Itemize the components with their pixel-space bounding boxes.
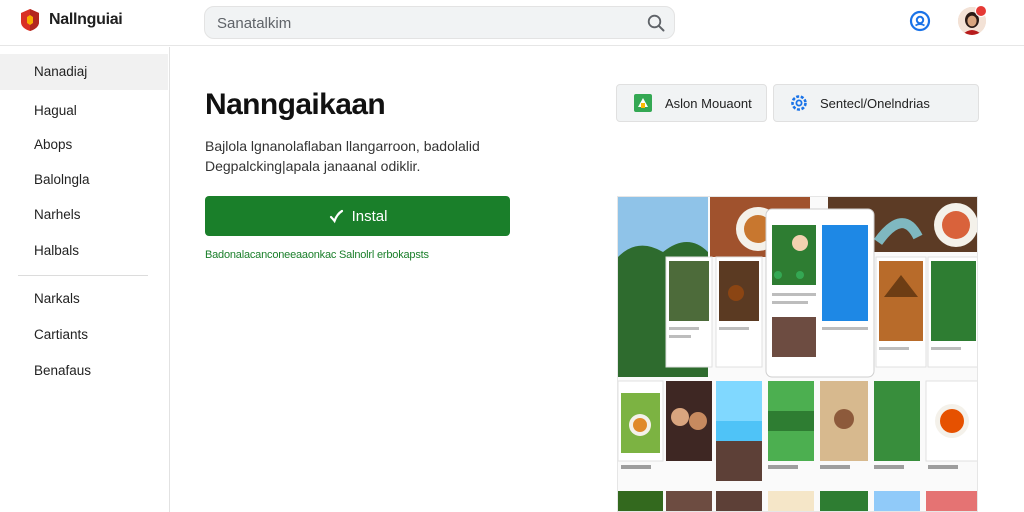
sidebar-item-nanadiaj[interactable]: Nanadiaj bbox=[0, 54, 168, 90]
sidebar: Nanadiaj Hagual Abops Balolngla Narhels … bbox=[0, 47, 170, 512]
action-button-2[interactable]: Sentecl/Onelndrias bbox=[773, 84, 979, 122]
check-icon bbox=[329, 209, 343, 224]
action-label-2: Sentecl/Onelndrias bbox=[820, 95, 930, 111]
install-button[interactable]: Instal bbox=[205, 196, 510, 236]
brand-name[interactable]: Nallnguiai bbox=[49, 11, 123, 29]
notification-badge bbox=[975, 5, 987, 17]
sidebar-item-halbals[interactable]: Halbals bbox=[0, 233, 168, 269]
gallery-collage bbox=[618, 197, 977, 511]
sidebar-item-balolngla[interactable]: Balolngla bbox=[0, 162, 168, 198]
sidebar-item-benafaus[interactable]: Benafaus bbox=[0, 353, 168, 389]
search-icon[interactable] bbox=[646, 13, 666, 33]
action-button-1[interactable]: Aslon Mouaont bbox=[616, 84, 767, 122]
sidebar-item-cartiants[interactable]: Cartiants bbox=[0, 317, 168, 353]
action-label-1: Aslon Mouaont bbox=[665, 95, 752, 111]
help-icon[interactable] bbox=[909, 10, 931, 32]
top-bar: Nallnguiai bbox=[0, 0, 1024, 46]
screenshot-gallery[interactable] bbox=[617, 196, 978, 512]
sidebar-item-hagual[interactable]: Hagual bbox=[0, 93, 168, 129]
search-bar[interactable] bbox=[204, 6, 675, 39]
sidebar-item-narkals[interactable]: Narkals bbox=[0, 281, 168, 317]
sidebar-item-narhels[interactable]: Narhels bbox=[0, 197, 168, 233]
install-label: Instal bbox=[351, 207, 388, 225]
sidebar-item-abops[interactable]: Abops bbox=[0, 127, 168, 163]
app-title: Nanngaikaan bbox=[205, 88, 386, 121]
app-logo-icon[interactable] bbox=[20, 8, 40, 32]
install-note: Badonalacanconeeaaonkac Salnolrl erbokap… bbox=[205, 249, 429, 261]
gear-icon bbox=[791, 95, 807, 111]
app-description: Bajlola lgnanolaflaban llangarroon, bado… bbox=[205, 138, 480, 174]
sidebar-divider bbox=[18, 275, 148, 276]
app-icon bbox=[634, 94, 652, 112]
search-input[interactable] bbox=[217, 13, 637, 33]
